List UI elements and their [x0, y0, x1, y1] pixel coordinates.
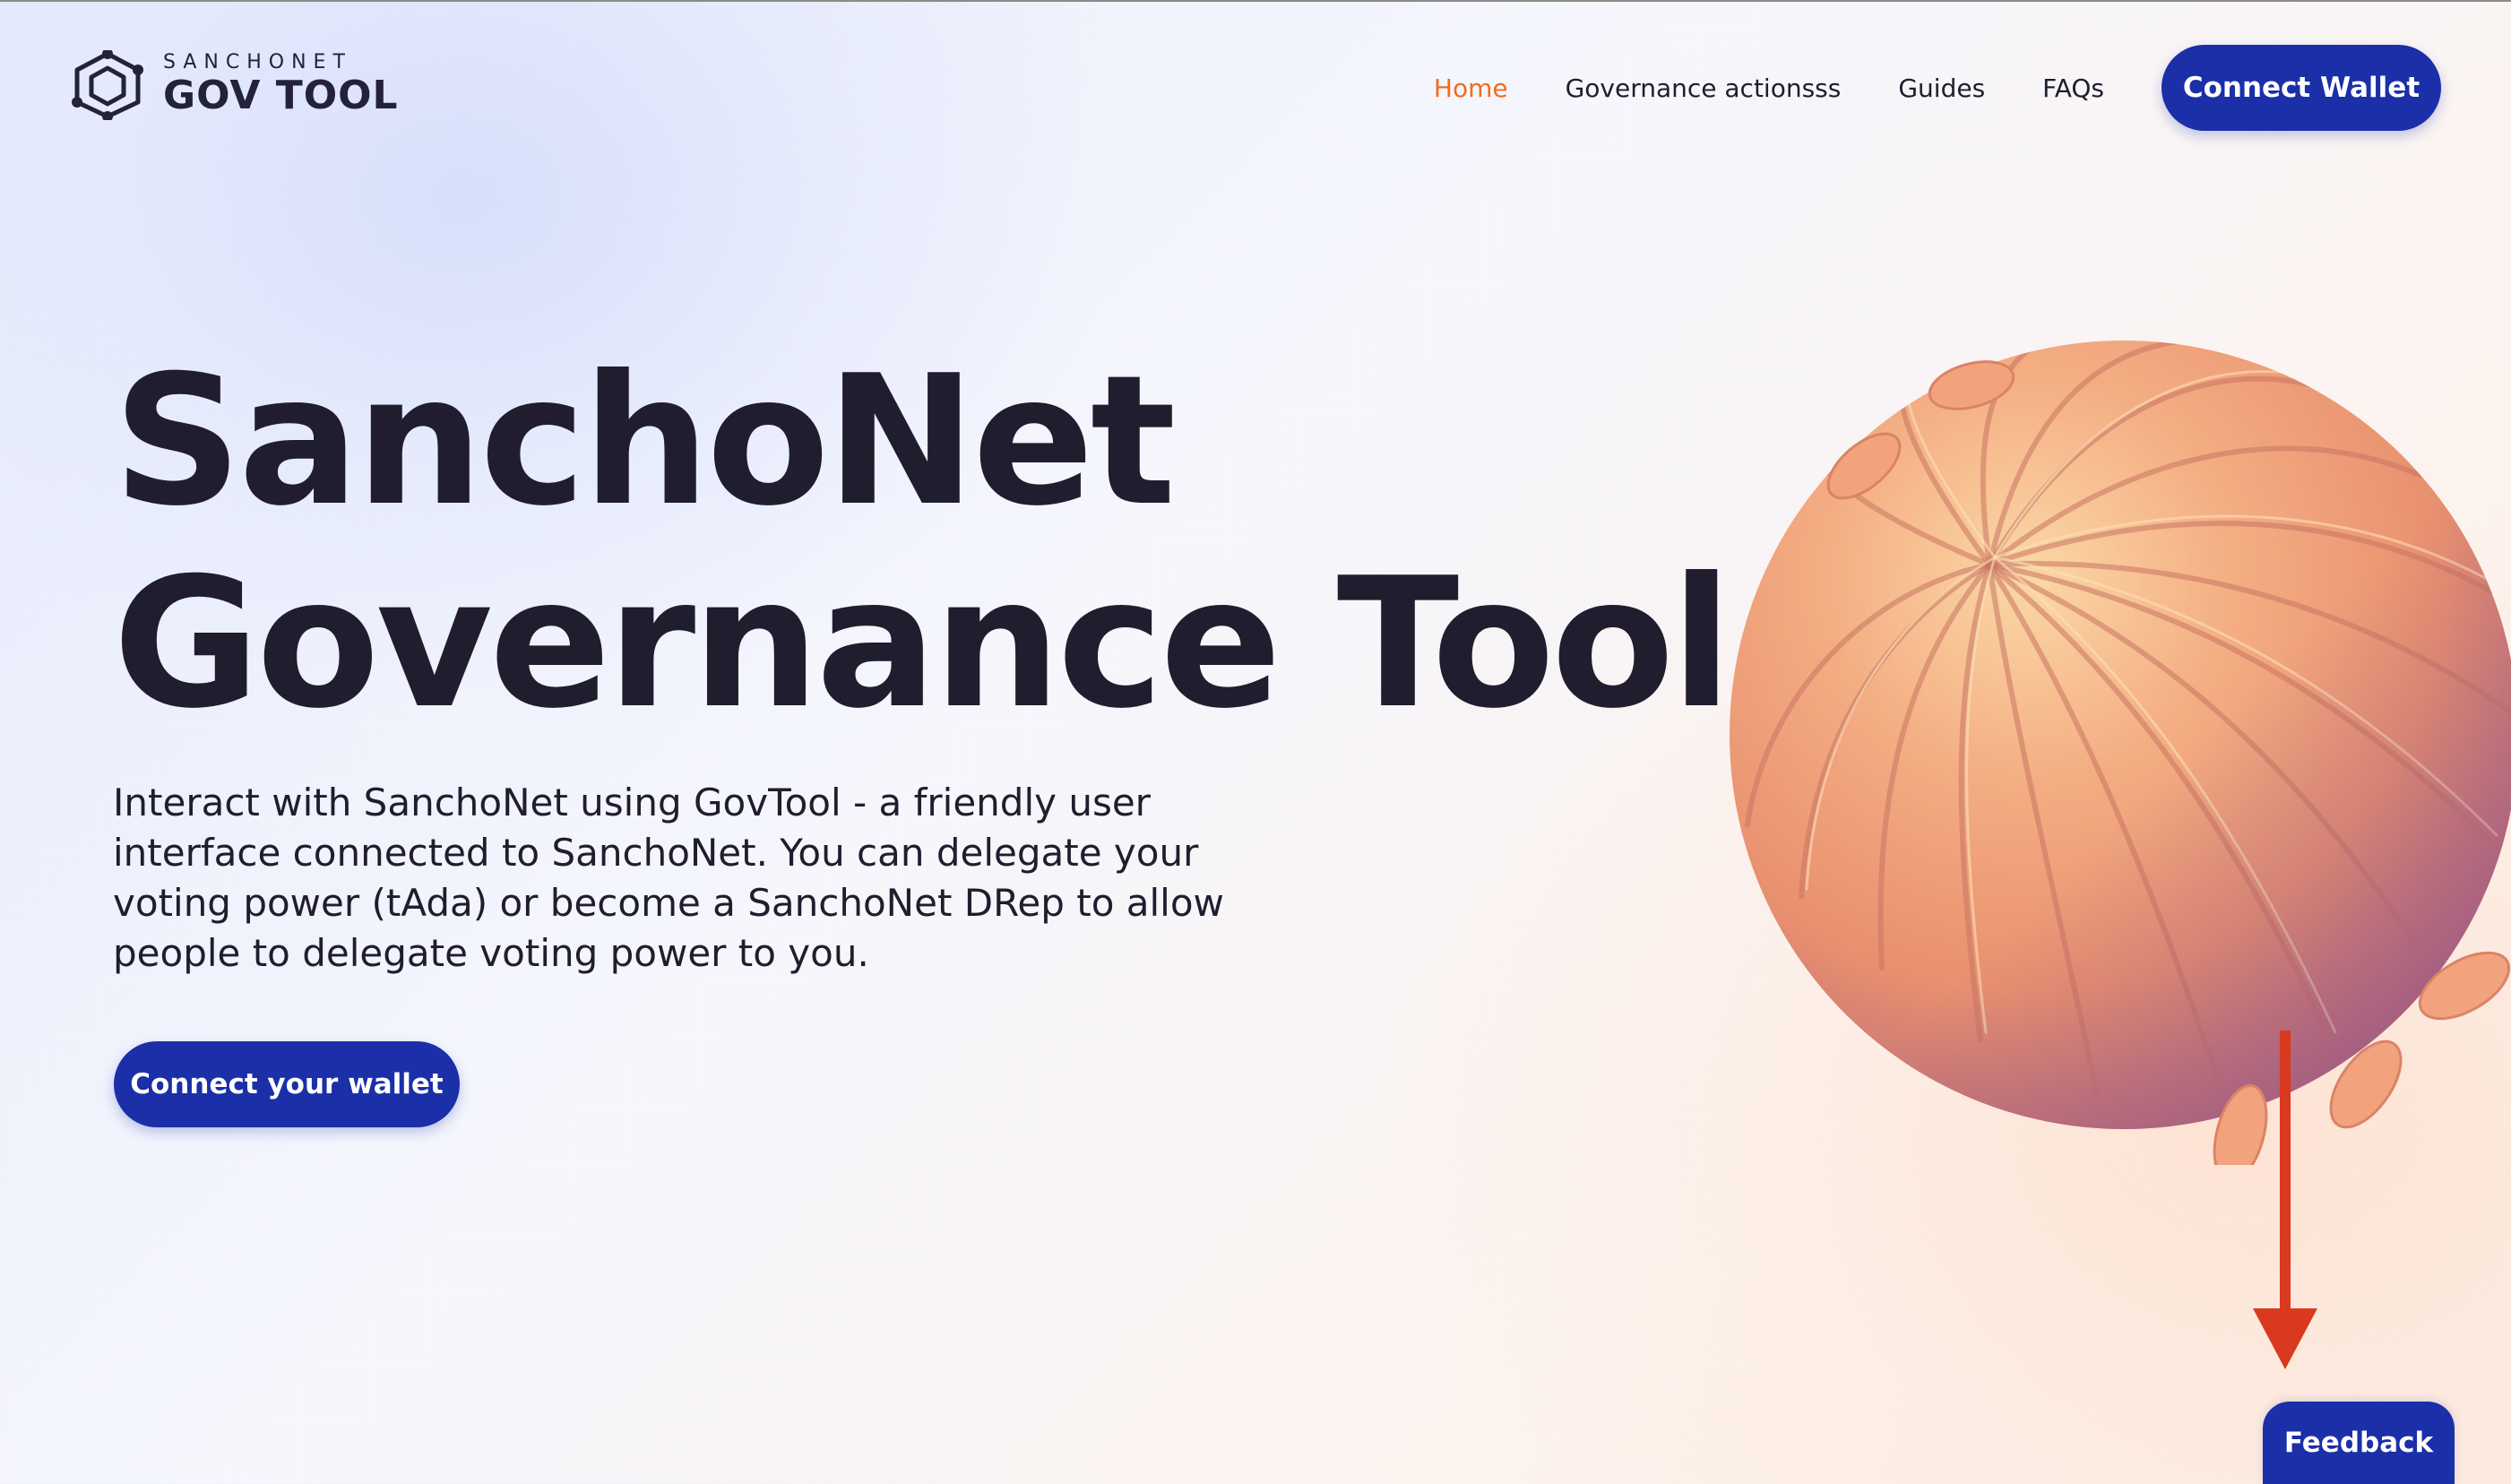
nav-faqs[interactable]: FAQs — [2042, 73, 2104, 103]
app-logo[interactable]: SANCHONET GOV TOOL — [70, 50, 399, 120]
connect-wallet-button[interactable]: Connect Wallet — [2162, 45, 2441, 131]
nav-home[interactable]: Home — [1434, 73, 1508, 103]
page-title-line2: Governance Tool — [113, 539, 1732, 748]
nav-governance-actions[interactable]: Governance actionsss — [1566, 73, 1842, 103]
hexagon-network-logo-icon — [72, 50, 143, 120]
feedback-button[interactable]: Feedback — [2263, 1402, 2455, 1484]
logo-title: GOV TOOL — [163, 73, 399, 118]
top-navigation: Home Governance actionsss Guides FAQs Co… — [1434, 45, 2441, 131]
connect-your-wallet-button[interactable]: Connect your wallet — [114, 1041, 460, 1127]
orange-striped-sphere-illustration — [1730, 341, 2511, 1165]
page-title: SanchoNet Governance Tool — [113, 337, 1732, 748]
annotation-arrow-down — [2253, 1031, 2317, 1369]
nav-guides[interactable]: Guides — [1898, 73, 1985, 103]
window-top-border — [0, 0, 2511, 2]
logo-subtitle: SANCHONET — [163, 51, 352, 73]
page-title-line1: SanchoNet — [113, 337, 1176, 546]
hero-description: Interact with SanchoNet using GovTool - … — [113, 781, 1224, 975]
